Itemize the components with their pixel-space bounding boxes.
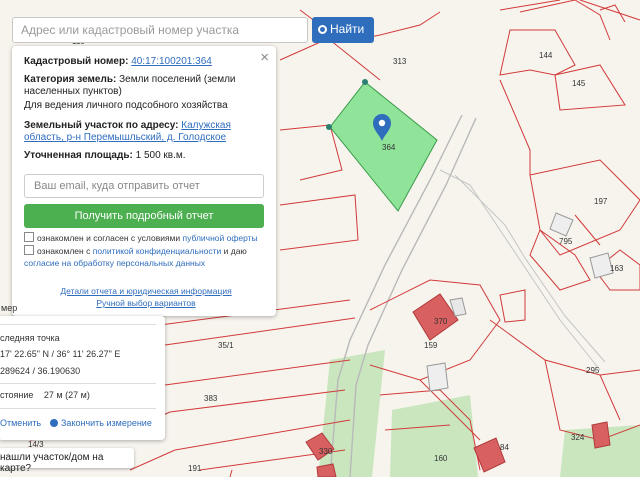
search-icon: [318, 25, 327, 34]
coords-decimal: 289624 / 36.190630: [0, 366, 81, 376]
offer-link[interactable]: публичной оферты: [183, 233, 258, 243]
building: [591, 421, 611, 449]
address-label: Земельный участок по адресу:: [24, 120, 179, 131]
get-report-button[interactable]: Получить подробный отчет: [24, 204, 264, 228]
consent2-mid: и даю: [223, 246, 247, 256]
building: [549, 212, 574, 237]
parcel-label: 145: [572, 79, 586, 88]
distance-label: стояние: [0, 390, 34, 400]
measure-point[interactable]: [362, 79, 368, 85]
not-found-question[interactable]: нашли участок/дом на карте?: [0, 448, 134, 474]
parcel-label: 324: [571, 433, 585, 442]
finish-label: Закончить измерение: [61, 418, 152, 428]
email-field[interactable]: Ваш email, куда отправить отчет: [24, 174, 264, 198]
area-label: Уточненная площадь:: [24, 150, 133, 161]
measure-title: мер: [1, 303, 18, 313]
consent-privacy[interactable]: ознакомлен с политикой конфиденциальност…: [24, 245, 268, 269]
cadastral-number-row: Кадастровый номер: 40:17:100201:364: [24, 56, 268, 68]
parcel-label: 84: [500, 443, 509, 452]
parcel-label: 159: [424, 341, 438, 350]
address-row: Земельный участок по адресу: Калужская о…: [24, 120, 268, 144]
search-input[interactable]: Адрес или кадастровый номер участка: [12, 17, 308, 43]
checkbox[interactable]: [24, 232, 34, 242]
cad-label: Кадастровый номер:: [24, 56, 129, 67]
check-icon: [50, 419, 58, 427]
details-link[interactable]: Детали отчета и юридическая информация: [24, 285, 268, 297]
parcel-label: 191: [188, 464, 202, 473]
measure-panel: мер следняя точка 17' 22.65" N / 36° 11'…: [0, 303, 165, 440]
parcel-label: 364: [382, 143, 396, 152]
privacy-link[interactable]: политикой конфиденциальности: [93, 246, 222, 256]
consent-offer[interactable]: ознакомлен и согласен с условиями публич…: [24, 232, 268, 244]
parcel-label: 295: [586, 366, 600, 375]
manual-link[interactable]: Ручной выбор вариантов: [24, 297, 268, 309]
parcel-label: 330: [319, 447, 333, 456]
parcel-label: 160: [434, 454, 448, 463]
parcel-label: 35/1: [218, 341, 234, 350]
area-value: 1 500 кв.м.: [135, 150, 186, 161]
search-button-label: Найти: [330, 22, 365, 36]
parcel-label: 163: [610, 264, 624, 273]
divider: [0, 383, 156, 384]
measure-point[interactable]: [326, 124, 332, 130]
distance-value: 27 м (27 м): [43, 390, 90, 400]
area-row: Уточненная площадь: 1 500 кв.м.: [24, 150, 268, 162]
finish-measure-button[interactable]: Закончить измерение: [50, 418, 152, 428]
cad-value-link[interactable]: 40:17:100201:364: [131, 56, 212, 67]
cancel-button[interactable]: Отменить: [0, 418, 41, 428]
consent1-text: ознакомлен и согласен с условиями: [37, 233, 181, 243]
parcel-info-panel: × Кадастровый номер: 40:17:100201:364 Ка…: [12, 46, 276, 316]
distance-row: стояние 27 м (27 м): [0, 390, 90, 400]
category-label: Категория земель:: [24, 74, 117, 85]
usage-text: Для ведения личного подсобного хозяйства: [24, 100, 228, 111]
forest-area: [390, 395, 478, 477]
details-link-text[interactable]: Детали отчета и юридическая информация: [60, 286, 231, 296]
road: [439, 169, 601, 371]
parcel-label: 795: [559, 237, 573, 246]
personal-data-link[interactable]: согласие на обработку персональных данны…: [24, 258, 205, 268]
parcel-label: 197: [594, 197, 608, 206]
checkbox[interactable]: [24, 245, 34, 255]
divider: [0, 408, 156, 409]
parcel-label: 144: [539, 51, 553, 60]
last-point-label: следняя точка: [0, 333, 60, 343]
parcel-label: 313: [393, 57, 407, 66]
coords-dms: 17' 22.65" N / 36° 11' 26.27" E: [0, 349, 121, 359]
divider: [0, 324, 156, 325]
road: [454, 174, 606, 363]
parcel-label: 370: [434, 317, 448, 326]
consent2-text: ознакомлен с: [37, 246, 91, 256]
manual-link-text[interactable]: Ручной выбор вариантов: [96, 298, 195, 308]
parcel-label: 383: [204, 394, 218, 403]
search-button[interactable]: Найти: [312, 17, 374, 43]
category-row: Категория земель: Земли поселений (земли…: [24, 74, 268, 98]
building: [426, 362, 449, 392]
